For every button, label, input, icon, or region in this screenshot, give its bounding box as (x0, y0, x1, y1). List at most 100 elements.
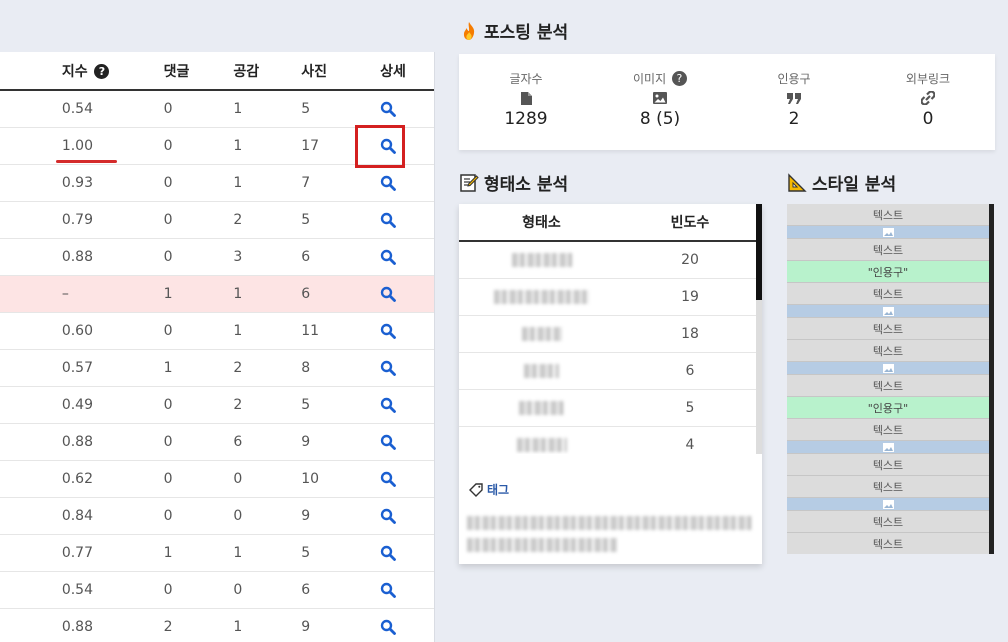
morpheme-analysis-title: 형태소 분석 (459, 170, 568, 195)
image-icon (882, 227, 894, 237)
style-block-text: 텍스트 (787, 204, 989, 226)
row-likes: 1 (233, 534, 302, 572)
stat-quotes-value: 2 (788, 109, 800, 129)
style-block-text: 텍스트 (787, 419, 989, 441)
morpheme-row: 4 (459, 426, 756, 454)
help-icon[interactable]: ? (671, 71, 687, 86)
row-photos: 5 (301, 386, 372, 424)
posting-analysis-title-text: 포스팅 분석 (484, 23, 569, 43)
stat-images-value: 8 (5) (639, 109, 681, 129)
detail-search-icon[interactable] (380, 212, 396, 228)
morpheme-redacted (494, 289, 589, 304)
row-likes: 1 (233, 164, 302, 202)
detail-search-icon[interactable] (380, 471, 396, 487)
style-block-text: 텍스트 (787, 533, 989, 554)
row-comments: 0 (163, 127, 234, 165)
morpheme-card: 형태소 빈도수 20 19 18 6 5 4 태그 (459, 204, 762, 564)
stat-links: 외부링크 0 (861, 54, 995, 150)
row-comments: 0 (163, 90, 234, 128)
tag-section: 태그 (459, 454, 762, 564)
row-comments: 0 (163, 164, 234, 202)
row-photos: 9 (301, 608, 372, 642)
row-index: 0.62 (61, 470, 93, 487)
morpheme-scrollbar-thumb[interactable] (756, 204, 762, 300)
fire-icon (463, 21, 475, 40)
detail-search-icon[interactable] (380, 434, 396, 450)
style-block-text: 텍스트 (787, 318, 989, 340)
stat-images: 이미지 ? 8 (5) (593, 54, 727, 150)
row-comments: 1 (163, 349, 234, 387)
morpheme-row: 20 (459, 241, 756, 279)
style-map-card[interactable]: 텍스트 텍스트 "인용구" 텍스트 텍스트 텍스트 텍스트 "인용구" 텍스트 텍스트 텍스트 텍스트… (787, 204, 994, 554)
morpheme-redacted (524, 363, 559, 378)
detail-search-icon[interactable] (380, 582, 396, 598)
row-photos: 5 (301, 534, 372, 572)
row-index: 0.60 (61, 322, 93, 339)
table-row: 0.54 0 1 5 (0, 90, 434, 128)
row-likes: 2 (233, 386, 302, 424)
style-map-scrollbar[interactable] (989, 204, 994, 554)
detail-search-icon[interactable] (380, 323, 396, 339)
morpheme-count: 20 (624, 241, 756, 279)
image-icon (653, 92, 667, 104)
document-icon (520, 91, 532, 105)
row-likes: 1 (233, 608, 302, 642)
row-photos: 6 (301, 571, 372, 609)
header-index: 지수 ? (61, 52, 164, 91)
detail-search-icon[interactable] (380, 175, 396, 191)
morpheme-analysis-title-text: 형태소 분석 (484, 175, 569, 195)
morpheme-count: 18 (624, 315, 756, 353)
table-row: 0.93 0 1 7 (0, 164, 434, 202)
help-icon[interactable]: ? (94, 64, 110, 79)
tag-list-redacted-2 (467, 538, 617, 552)
row-photos: 10 (301, 460, 372, 498)
style-map-blocks: 텍스트 텍스트 "인용구" 텍스트 텍스트 텍스트 텍스트 "인용구" 텍스트 텍스트 텍스트 텍스트… (787, 204, 989, 554)
style-block-image (787, 362, 989, 375)
detail-search-icon[interactable] (380, 508, 396, 524)
row-photos: 6 (301, 238, 372, 276)
detail-search-icon[interactable] (380, 545, 396, 561)
tag-title-text: 태그 (487, 483, 510, 497)
row-index: 0.57 (61, 359, 93, 376)
morpheme-count: 19 (624, 278, 756, 316)
style-block-text: 텍스트 (787, 511, 989, 533)
morpheme-table-scroll-area[interactable]: 형태소 빈도수 20 19 18 6 5 4 (459, 204, 762, 454)
morpheme-count: 4 (624, 426, 756, 454)
morpheme-scrollbar[interactable] (756, 204, 762, 454)
morpheme-redacted (519, 400, 564, 415)
detail-search-icon[interactable] (380, 249, 396, 265)
style-block-text: 텍스트 (787, 454, 989, 476)
row-likes: 1 (233, 90, 302, 128)
row-photos: 11 (301, 312, 372, 350)
row-index: 0.54 (61, 100, 93, 117)
memo-icon (460, 173, 479, 192)
detail-search-icon[interactable] (380, 360, 396, 376)
style-block-quote: "인용구" (787, 397, 989, 419)
row-comments: 0 (163, 571, 234, 609)
table-row: 0.79 0 2 5 (0, 201, 434, 239)
post-list-header: 지수 ? 댓글 공감 사진 상세 (0, 52, 434, 91)
detail-search-icon[interactable] (380, 286, 396, 302)
table-row: 0.57 1 2 8 (0, 349, 434, 387)
morpheme-row: 5 (459, 389, 756, 427)
row-index: 0.54 (61, 581, 93, 598)
row-likes: 1 (233, 127, 302, 165)
tag-list-redacted (467, 516, 752, 530)
style-block-image (787, 498, 989, 511)
detail-search-icon[interactable] (380, 619, 396, 635)
stat-quotes-label: 인용구 (777, 72, 811, 86)
row-index: 0.79 (61, 211, 93, 228)
row-comments: 0 (163, 238, 234, 276)
row-comments: 0 (163, 423, 234, 461)
style-block-image (787, 226, 989, 239)
stat-images-label: 이미지 (633, 72, 667, 86)
detail-search-icon[interactable] (380, 397, 396, 413)
detail-search-icon[interactable] (380, 101, 396, 117)
style-block-quote: "인용구" (787, 261, 989, 283)
morpheme-redacted (516, 437, 567, 452)
style-block-image (787, 305, 989, 318)
row-photos: 5 (301, 201, 372, 239)
row-likes: 6 (233, 423, 302, 461)
style-block-image (787, 441, 989, 454)
row-index: 0.88 (61, 248, 93, 265)
